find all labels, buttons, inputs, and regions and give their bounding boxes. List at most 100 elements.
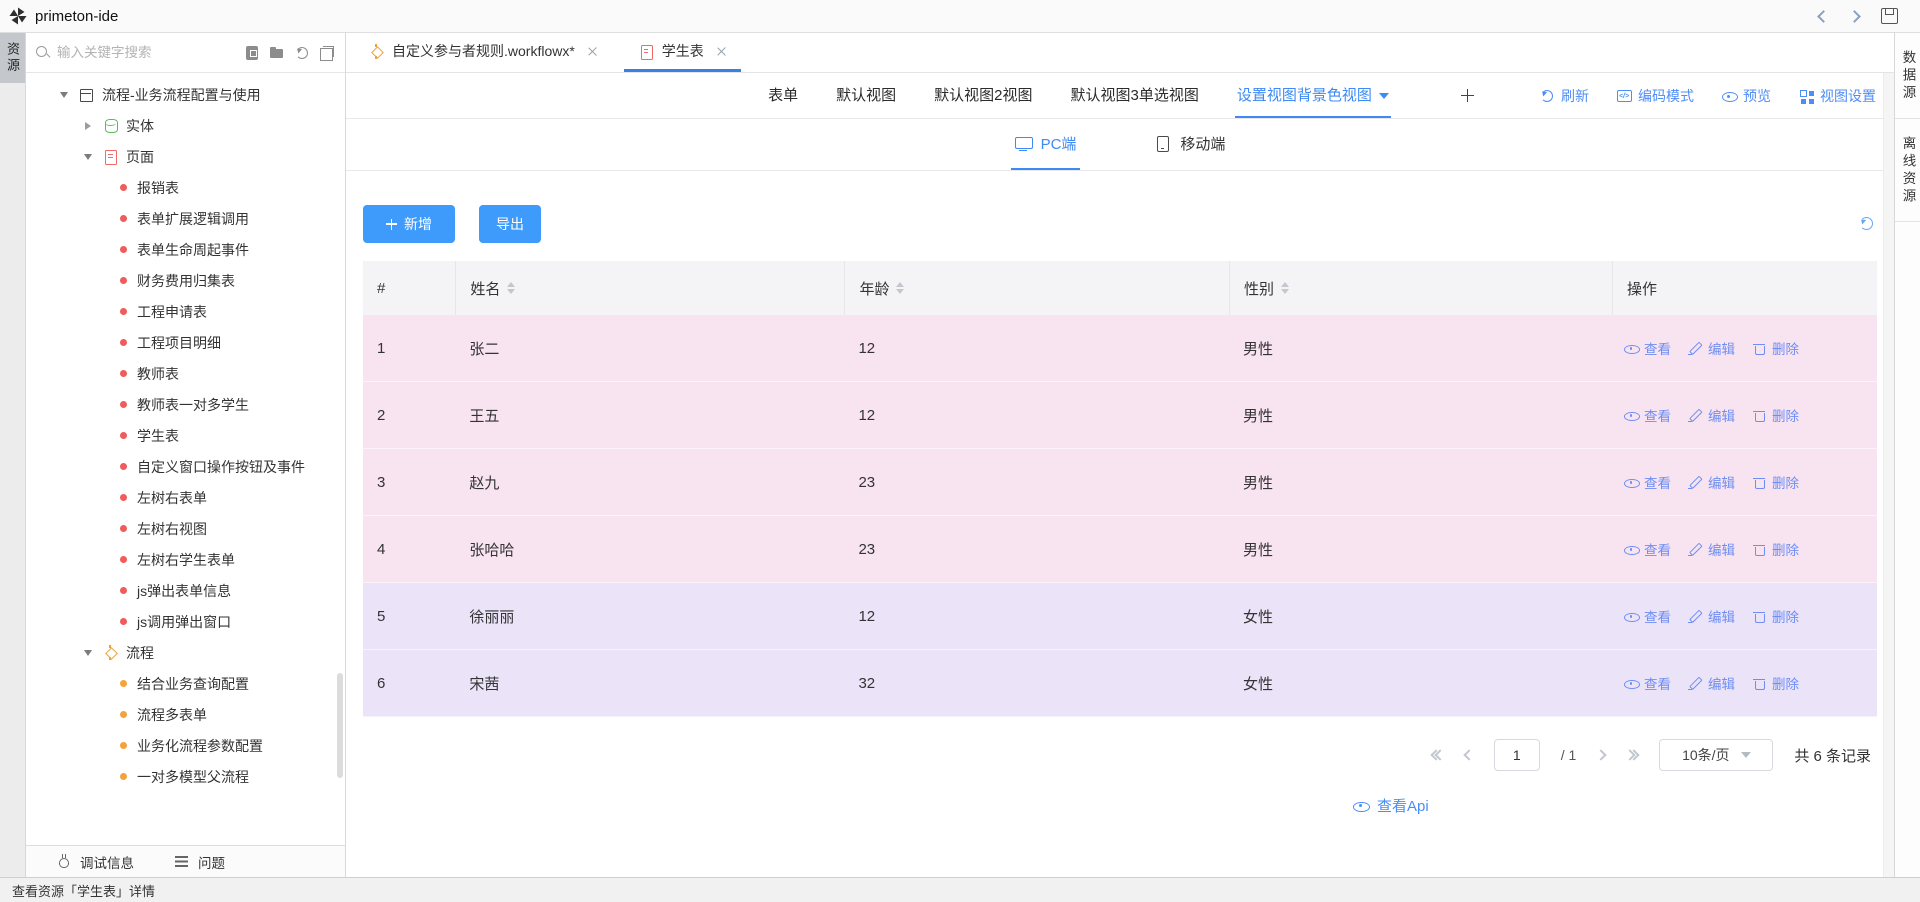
- edit-link[interactable]: 编辑: [1688, 673, 1735, 693]
- tree-caret-icon[interactable]: [58, 92, 70, 98]
- sort-icon[interactable]: [507, 282, 515, 295]
- delete-link[interactable]: 删除: [1752, 606, 1799, 626]
- table-toolbar: 新增 导出: [363, 205, 1877, 243]
- sort-icon[interactable]: [1281, 282, 1289, 295]
- delete-link[interactable]: 删除: [1752, 338, 1799, 358]
- column-header-age[interactable]: 年龄: [844, 261, 1229, 315]
- tree-item[interactable]: 表单扩展逻辑调用: [26, 203, 345, 234]
- edit-link[interactable]: 编辑: [1688, 539, 1735, 559]
- export-button[interactable]: 导出: [479, 205, 541, 243]
- main-scrollbar-track[interactable]: [1883, 73, 1894, 877]
- view-tab[interactable]: 设置视图背景色视图: [1235, 73, 1391, 118]
- close-icon[interactable]: [587, 46, 598, 57]
- close-icon[interactable]: [716, 46, 727, 57]
- locate-file-icon[interactable]: [244, 45, 260, 61]
- device-tab[interactable]: PC端: [1011, 119, 1081, 170]
- view-link[interactable]: 查看: [1624, 472, 1671, 492]
- tree-item[interactable]: 报销表: [26, 172, 345, 203]
- column-header-gender[interactable]: 性别: [1229, 261, 1612, 315]
- search-input[interactable]: [57, 45, 237, 60]
- view-api-link[interactable]: 查看Api: [1353, 795, 1429, 816]
- save-icon[interactable]: [1881, 8, 1898, 24]
- edit-link[interactable]: 编辑: [1688, 405, 1735, 425]
- refresh-tree-icon[interactable]: [294, 45, 310, 61]
- view-link[interactable]: 查看: [1624, 338, 1671, 358]
- view-action-button[interactable]: 预览: [1721, 86, 1771, 106]
- chevron-down-icon[interactable]: [1379, 93, 1389, 99]
- edit-link[interactable]: 编辑: [1688, 472, 1735, 492]
- bottom-panel-tab[interactable]: 问题: [174, 852, 225, 872]
- trash-icon: [1752, 341, 1767, 355]
- tree-item[interactable]: 教师表一对多学生: [26, 389, 345, 420]
- new-folder-icon[interactable]: [269, 45, 285, 61]
- delete-link[interactable]: 删除: [1752, 405, 1799, 425]
- bottom-panel-tab[interactable]: 调试信息: [56, 852, 134, 872]
- rail-tab[interactable]: 离线资源: [1895, 119, 1920, 222]
- tree-item[interactable]: 左树右表单: [26, 482, 345, 513]
- view-link[interactable]: 查看: [1624, 405, 1671, 425]
- next-page-button[interactable]: [1597, 751, 1605, 759]
- tree-node-icon: [120, 463, 127, 470]
- view-action-button[interactable]: 视图设置: [1798, 86, 1876, 106]
- tree-item[interactable]: js弹出表单信息: [26, 575, 345, 606]
- add-button[interactable]: 新增: [363, 205, 455, 243]
- rail-tab-resources[interactable]: 资源: [0, 33, 25, 83]
- eye-icon: [1624, 542, 1639, 556]
- tree-item[interactable]: 实体: [26, 110, 345, 141]
- rail-tab[interactable]: 数据源: [1895, 33, 1920, 119]
- tree-item[interactable]: 流程多表单: [26, 699, 345, 730]
- view-tab[interactable]: 默认视图2视图: [932, 73, 1034, 118]
- page-size-select[interactable]: 10条/页: [1659, 739, 1773, 771]
- current-page-input[interactable]: 1: [1494, 739, 1540, 771]
- tree-item[interactable]: 结合业务查询配置: [26, 668, 345, 699]
- view-link[interactable]: 查看: [1624, 539, 1671, 559]
- column-header-name[interactable]: 姓名: [455, 261, 844, 315]
- view-tab[interactable]: 默认视图: [834, 73, 898, 118]
- first-page-button[interactable]: [1432, 751, 1444, 759]
- add-view-button[interactable]: [1461, 73, 1474, 118]
- tree-item[interactable]: 工程项目明细: [26, 327, 345, 358]
- cell-name: 赵九: [455, 472, 844, 493]
- view-action-button[interactable]: 刷新: [1539, 86, 1589, 106]
- edit-link[interactable]: 编辑: [1688, 606, 1735, 626]
- tree-item[interactable]: 左树右视图: [26, 513, 345, 544]
- delete-link[interactable]: 删除: [1752, 673, 1799, 693]
- view-action-icon: [1616, 88, 1632, 104]
- view-action-button[interactable]: 编码模式: [1616, 86, 1694, 106]
- tree-item[interactable]: 表单生命周起事件: [26, 234, 345, 265]
- tree-item[interactable]: 业务化流程参数配置: [26, 730, 345, 761]
- prev-page-button[interactable]: [1465, 751, 1473, 759]
- collapse-all-icon[interactable]: [319, 45, 335, 61]
- editor-tab[interactable]: 自定义参与者规则.workflowx*: [354, 33, 612, 72]
- tree-item[interactable]: 流程: [26, 637, 345, 668]
- sort-icon[interactable]: [896, 282, 904, 295]
- refresh-table-icon[interactable]: [1858, 215, 1875, 232]
- tree-item[interactable]: js调用弹出窗口: [26, 606, 345, 637]
- view-link[interactable]: 查看: [1624, 606, 1671, 626]
- nav-forward-icon[interactable]: [1848, 10, 1861, 23]
- last-page-button[interactable]: [1626, 751, 1638, 759]
- tree-caret-icon[interactable]: [82, 650, 94, 656]
- view-link[interactable]: 查看: [1624, 673, 1671, 693]
- tree-item[interactable]: 学生表: [26, 420, 345, 451]
- editor-tab[interactable]: 学生表: [624, 33, 741, 72]
- tree-caret-icon[interactable]: [82, 154, 94, 160]
- tree-item[interactable]: 左树右学生表单: [26, 544, 345, 575]
- view-tab[interactable]: 默认视图3单选视图: [1069, 73, 1201, 118]
- delete-link[interactable]: 删除: [1752, 539, 1799, 559]
- view-tab[interactable]: 表单: [766, 73, 800, 118]
- tree-item[interactable]: 财务费用归集表: [26, 265, 345, 296]
- tree-node-icon: [120, 401, 127, 408]
- edit-link[interactable]: 编辑: [1688, 338, 1735, 358]
- tree-item[interactable]: 自定义窗口操作按钮及事件: [26, 451, 345, 482]
- tree-item[interactable]: 页面: [26, 141, 345, 172]
- delete-link[interactable]: 删除: [1752, 472, 1799, 492]
- tree-item[interactable]: 教师表: [26, 358, 345, 389]
- tree-item[interactable]: 工程申请表: [26, 296, 345, 327]
- tree-item[interactable]: 一对多模型父流程: [26, 761, 345, 792]
- nav-back-icon[interactable]: [1817, 10, 1830, 23]
- device-tabbar: PC端 移动端: [346, 119, 1894, 171]
- device-tab[interactable]: 移动端: [1150, 119, 1229, 170]
- tree-item[interactable]: 流程-业务流程配置与使用: [26, 79, 345, 110]
- tree-caret-icon[interactable]: [82, 122, 94, 130]
